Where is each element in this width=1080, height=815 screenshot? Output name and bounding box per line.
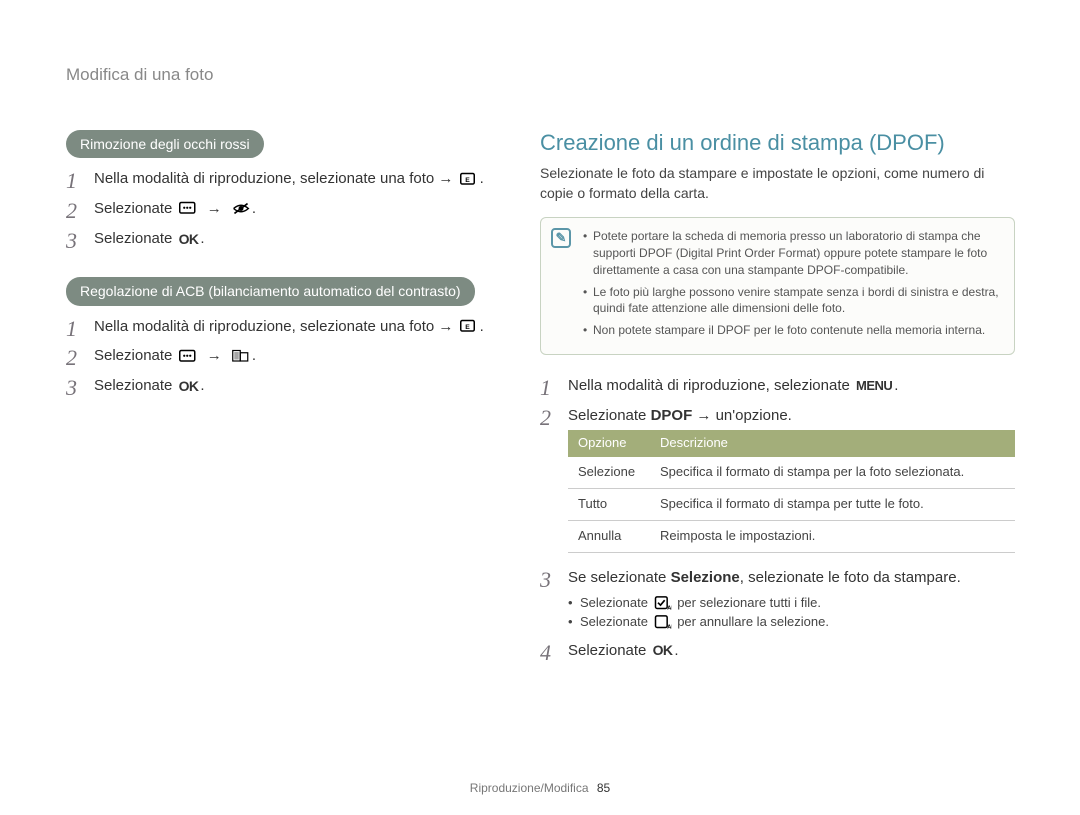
step-bold: Selezione [671,569,740,586]
bullet-text: Selezionate [580,614,652,629]
step-text: Selezionate [94,377,172,394]
step-item: Nella modalità di riproduzione, selezion… [540,375,1015,397]
step-item: Nella modalità di riproduzione, selezion… [66,316,511,338]
table-cell-desc: Specifica il formato di stampa per la fo… [650,457,1015,488]
step-item: Selezionate → . [66,345,511,367]
acb-icon [232,349,250,364]
table-row: Tutto Specifica il formato di stampa per… [568,489,1015,521]
step-text: Selezionate [94,200,172,217]
arrow-icon: → [207,347,222,364]
arrow-icon: → [207,200,222,217]
page-number: 85 [597,781,610,795]
step-text: . [674,642,678,659]
table-row: Selezione Specifica il formato di stampa… [568,457,1015,488]
svg-text:E: E [465,176,470,183]
table-row: Annulla Reimposta le impostazioni. [568,521,1015,553]
step-text: . [480,318,484,335]
step-item: Selezionate DPOF → un'opzione. Opzione D… [540,405,1015,553]
bullet-text: per annullare la selezione. [677,614,829,629]
sub-bullets: Selezionate All per selezionare tutti i … [568,593,1015,632]
right-column: Creazione di un ordine di stampa (DPOF) … [540,130,1015,679]
step-item: Selezionate OK. [66,375,511,397]
breadcrumb: Modifica di una foto [66,65,213,85]
step-text: . [200,230,204,247]
step-text: Selezionate [94,230,172,247]
options-table: Opzione Descrizione Selezione Specifica … [568,430,1015,552]
note-box: ✎ Potete portare la scheda di memoria pr… [540,217,1015,355]
steps-acb: Nella modalità di riproduzione, selezion… [66,316,511,397]
bullet-text: Selezionate [580,595,652,610]
step-text: Se selezionate [568,569,671,586]
intro-text: Selezionate le foto da stampare e impost… [540,164,1015,203]
step-item: Se selezionate Selezione, selezionate le… [540,567,1015,632]
ok-icon: OK [179,229,199,249]
step-text: Nella modalità di riproduzione, selezion… [94,170,453,187]
step-text: . [252,200,256,217]
edit-mode-icon: E [460,172,478,187]
select-all-icon: All [654,596,672,611]
table-head-option: Opzione [568,430,650,457]
sub-bullet-item: Selezionate All per selezionare tutti i … [568,593,1015,613]
pill-acb: Regolazione di ACB (bilanciamento automa… [66,277,475,305]
step-item: Selezionate OK. [540,640,1015,662]
pill-red-eye: Rimozione degli occhi rossi [66,130,264,158]
note-item: Non potete stampare il DPOF per le foto … [583,322,1002,339]
step-text: , selezionate le foto da stampare. [740,569,961,586]
step-text: Nella modalità di riproduzione, selezion… [94,318,453,335]
ok-icon: OK [653,640,673,660]
table-cell-desc: Specifica il formato di stampa per tutte… [650,489,1015,521]
step-item: Nella modalità di riproduzione, selezion… [66,168,511,190]
sub-bullet-item: Selezionate All per annullare la selezio… [568,612,1015,632]
note-item: Potete portare la scheda di memoria pres… [583,228,1002,278]
note-item: Le foto più larghe possono venire stampa… [583,284,1002,318]
ok-icon: OK [179,376,199,396]
step-text: Selezionate [94,347,172,364]
footer-section: Riproduzione/Modifica [470,781,589,795]
palette-icon [179,349,197,364]
left-column: Rimozione degli occhi rossi Nella modali… [66,130,511,415]
menu-icon: MENU [856,377,892,396]
svg-text:All: All [667,605,672,611]
note-icon: ✎ [551,228,571,248]
step-text: Selezionate [568,407,651,424]
bullet-text: per selezionare tutti i file. [677,595,821,610]
step-text: Nella modalità di riproduzione, selezion… [568,377,850,394]
step-text: Selezionate [568,642,646,659]
step-item: Selezionate OK. [66,228,511,250]
deselect-icon: All [654,615,672,630]
note-list: Potete portare la scheda di memoria pres… [583,228,1002,339]
page-footer: Riproduzione/Modifica 85 [0,781,1080,795]
red-eye-fix-icon [232,201,250,216]
steps-dpof: Nella modalità di riproduzione, selezion… [540,375,1015,661]
table-cell-desc: Reimposta le impostazioni. [650,521,1015,553]
step-text: . [480,170,484,187]
svg-text:E: E [465,324,470,331]
step-text: . [200,377,204,394]
edit-mode-icon: E [460,319,478,334]
step-text: . [252,347,256,364]
table-cell-opt: Annulla [568,521,650,553]
step-item: Selezionate → . [66,198,511,220]
palette-icon [179,201,197,216]
section-title-dpof: Creazione di un ordine di stampa (DPOF) [540,130,1015,156]
steps-red-eye: Nella modalità di riproduzione, selezion… [66,168,511,249]
table-cell-opt: Selezione [568,457,650,488]
step-text: → un'opzione. [692,407,792,424]
step-text: . [894,377,898,394]
table-cell-opt: Tutto [568,489,650,521]
table-head-description: Descrizione [650,430,1015,457]
svg-text:All: All [667,624,672,630]
step-bold: DPOF [651,407,693,424]
